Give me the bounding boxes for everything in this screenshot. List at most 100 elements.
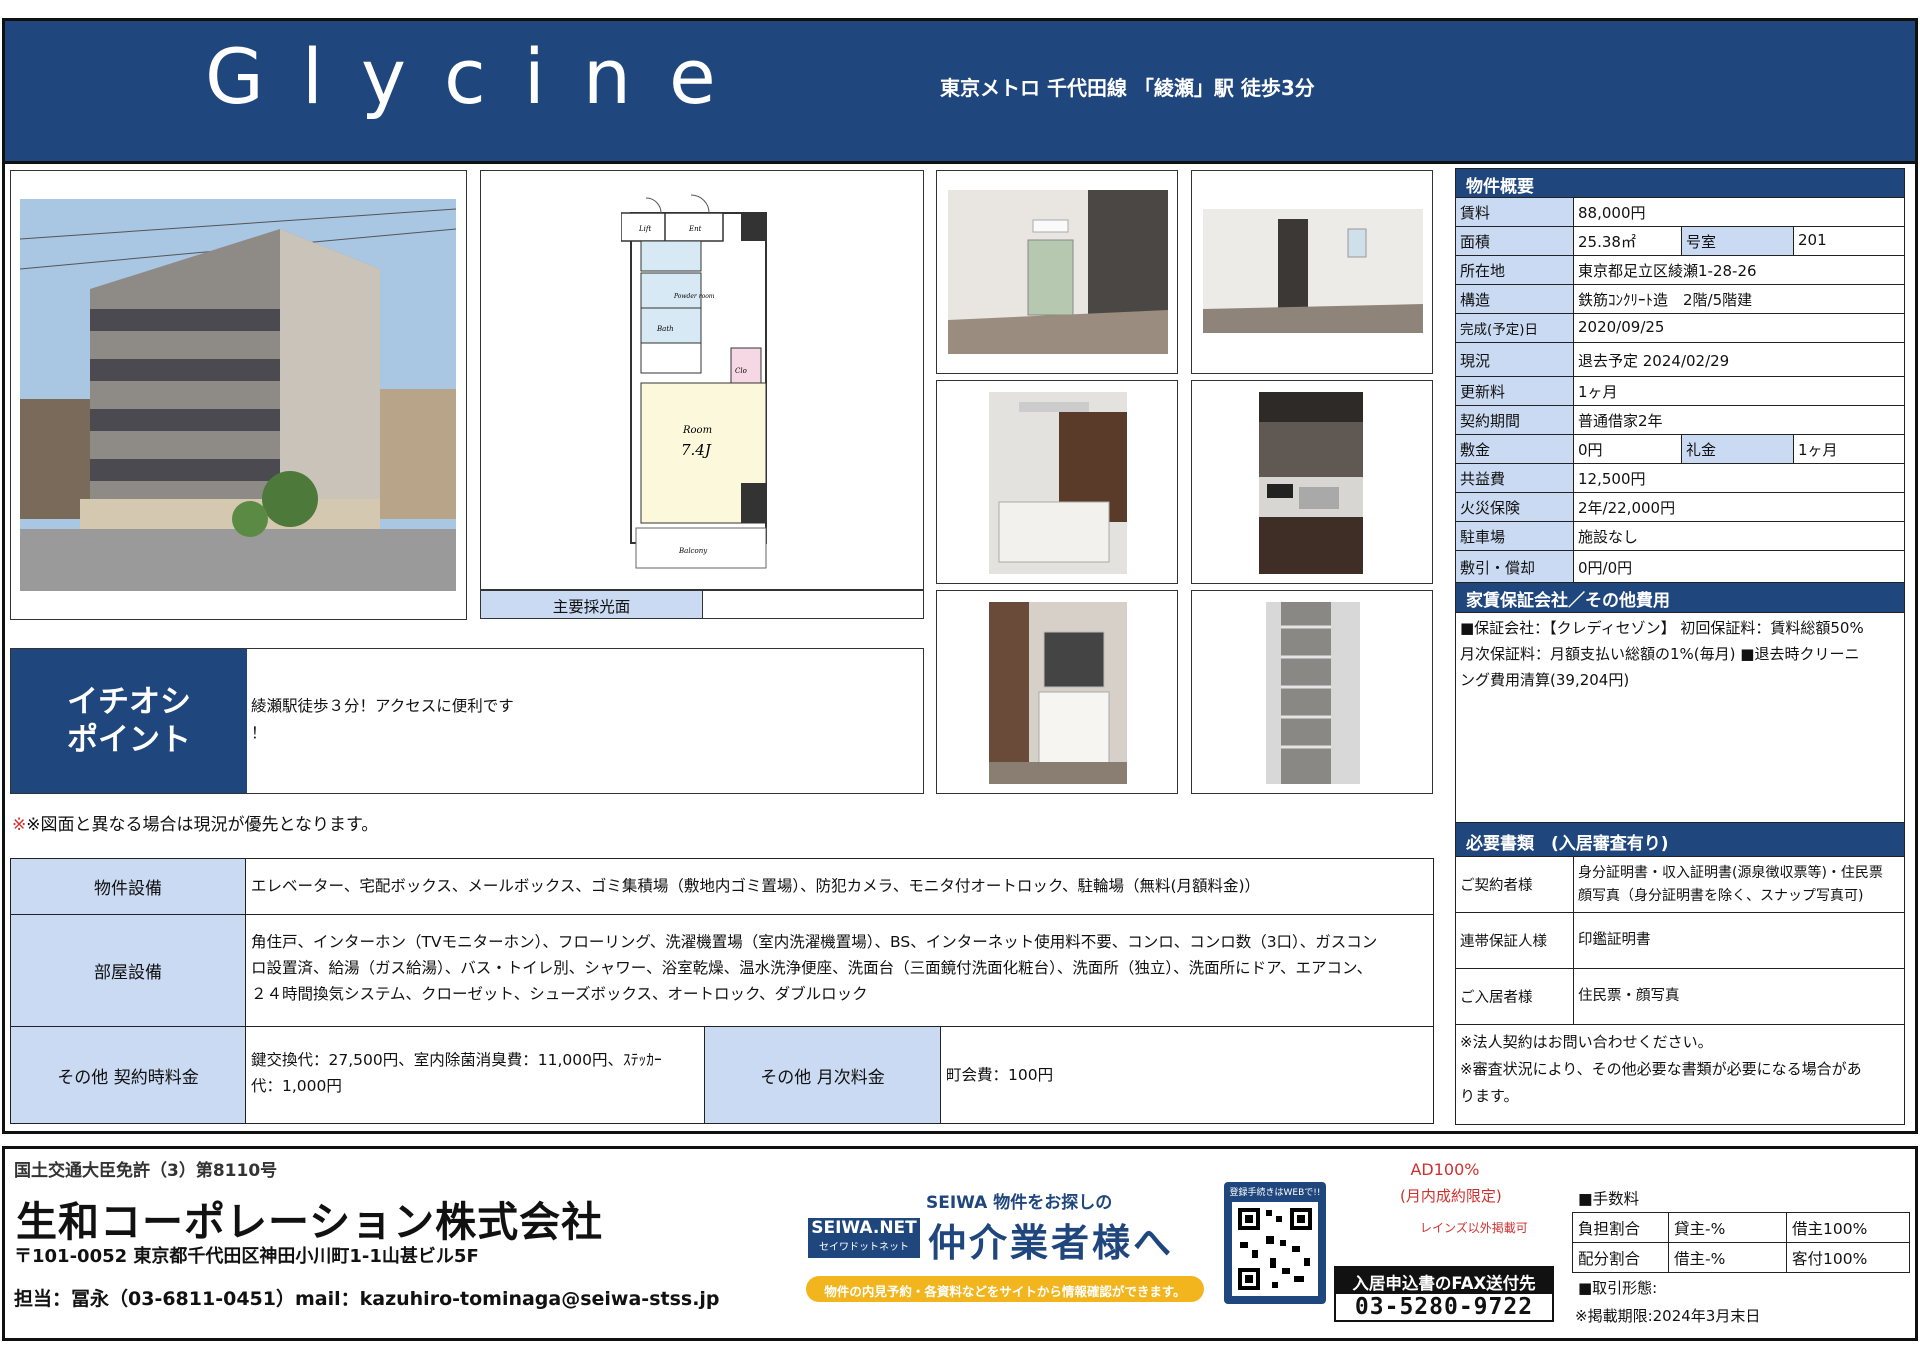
docs-guarantor-value: 印鑑証明書 <box>1578 932 1651 948</box>
room-equipment-line1: 角住戸、インターホン（TVモニターホン）、フローリング、洗濯機置場（室内洗濯機置… <box>251 933 1378 951</box>
summary-row-status: 現況 退去予定 2024/02/29 <box>1455 343 1905 377</box>
common-fee-value: 12,500円 <box>1578 470 1646 488</box>
recommend-point-text: 綾瀬駅徒歩３分！アクセスに便利です ！ <box>247 649 923 793</box>
living-room-photo <box>948 190 1168 354</box>
floorplan-balcony-label: Balcony <box>678 547 708 555</box>
floorplan-clo-label: Clo <box>735 367 747 375</box>
shoe-closet-photo <box>1266 602 1360 784</box>
guarantee-line3: ング費用清算(39,204円) <box>1460 671 1630 689</box>
equipment-row-room: 部屋設備 角住戸、インターホン（TVモニターホン）、フローリング、洗濯機置場（室… <box>10 915 1434 1027</box>
docs-heading: 必要書類 (入居審査有り) <box>1455 823 1905 857</box>
station-access: 東京メトロ 千代田線 「綾瀬」駅 徒歩3分 <box>940 76 1315 100</box>
parking-value: 施設なし <box>1578 528 1639 546</box>
seiwa-net-logo: SEIWA.NET セイワドットネット <box>808 1218 920 1258</box>
banner-sub-text: 物件の内見予約・各資料などをサイトから情報確認ができます。 <box>806 1276 1204 1302</box>
recommend-point-label-line1: イチオシ <box>67 684 191 720</box>
keymoney-value: 1ヶ月 <box>1798 441 1838 459</box>
summary-row-amortization: 敷引・償却 0円/0円 <box>1455 551 1905 583</box>
seiwa-net-logo-sub: セイワドットネット <box>819 1242 909 1253</box>
room-doorway-photo <box>1203 209 1423 333</box>
floorplan-lift-label: Lift <box>638 225 651 233</box>
recommend-point-text-line2: ！ <box>251 724 267 742</box>
fee-row-distribution: 配分割合 借主-% 客付100% <box>1573 1243 1909 1273</box>
building-equipment-key: 物件設備 <box>10 858 246 915</box>
docs-row-contract: ご契約者様 身分証明書・収入証明書(源泉徴収票等)・住民票 顔写真（身分証明書を… <box>1455 857 1905 913</box>
qr-code-label: 登録手続きはWEBで!! <box>1229 1188 1321 1198</box>
room-photo-frame-5 <box>936 590 1178 794</box>
docs-contract-value-line1: 身分証明書・収入証明書(源泉徴収票等)・住民票 <box>1578 864 1883 881</box>
docs-row-resident: ご入居者様 住民票・顔写真 <box>1455 969 1905 1025</box>
common-fee-key: 共益費 <box>1456 464 1574 492</box>
distribution-key: 配分割合 <box>1573 1243 1669 1272</box>
exterior-photo-frame <box>10 170 467 620</box>
room-number-value: 201 <box>1798 231 1827 249</box>
floorplan-room-size: 7.4J <box>681 441 712 459</box>
burden-lessee: 借主100% <box>1792 1220 1868 1238</box>
floorplan-room-label: Room <box>682 425 712 436</box>
room-number-key: 号室 <box>1682 227 1794 255</box>
floorplan-drawing: Lift Ent Powder room Bath Clo Room 7.4J … <box>621 194 767 569</box>
recommend-point-box: イチオシ ポイント 綾瀬駅徒歩３分！アクセスに便利です ！ <box>10 648 924 794</box>
area-value: 25.38㎡ <box>1574 227 1682 255</box>
guarantee-line2: 月次保証料：月額支払い総額の1%(毎月) ■退去時クリーニ <box>1460 645 1860 663</box>
qr-code-box[interactable]: 登録手続きはWEBで!! <box>1224 1182 1326 1304</box>
docs-note1: ※法人契約はお問い合わせください。 <box>1460 1033 1713 1051</box>
renewal-key: 更新料 <box>1456 377 1574 405</box>
qr-code-icon <box>1232 1202 1318 1296</box>
recommend-point-label: イチオシ ポイント <box>11 649 247 793</box>
rent-value: 88,000円 <box>1578 204 1646 222</box>
guarantee-box: ■保証会社：【クレディセゾン】 初回保証料：賃料総額50% 月次保証料：月額支払… <box>1455 613 1905 823</box>
equipment-row-fees: その他 契約時料金 鍵交換代：27,500円、室内除菌消臭費：11,000円、ｽ… <box>10 1027 1434 1124</box>
recommend-point-text-line1: 綾瀬駅徒歩３分！アクセスに便利です <box>251 697 514 715</box>
room-equipment-line3: ２４時間換気システム、クローゼット、シューズボックス、オートロック、ダブルロック <box>251 985 868 1003</box>
recommend-point-label-line2: ポイント <box>67 722 191 758</box>
summary-heading: 物件概要 <box>1455 168 1905 198</box>
fax-number: 03-5280-9722 <box>1354 1294 1534 1320</box>
summary-row-common: 共益費 12,500円 <box>1455 464 1905 493</box>
summary-row-deposit: 敷金 0円 礼金 1ヶ月 <box>1455 435 1905 464</box>
contract-fee-key: その他 契約時料金 <box>10 1027 246 1124</box>
room-photo-frame-4 <box>1191 380 1433 584</box>
room-photo-frame-1 <box>936 170 1178 374</box>
deposit-key: 敷金 <box>1456 435 1574 463</box>
area-key: 面積 <box>1456 227 1574 255</box>
floorplan-bath-label: Bath <box>656 325 674 333</box>
amortization-key: 敷引・償却 <box>1456 551 1574 582</box>
monthly-fee-key: その他 月次料金 <box>705 1027 941 1124</box>
burden-lessor: 貸主-% <box>1669 1213 1787 1242</box>
term-value: 普通借家2年 <box>1578 412 1663 430</box>
fee-heading: ■手数料 <box>1578 1190 1640 1208</box>
distribution-agent: 客付100% <box>1792 1250 1868 1268</box>
building-exterior-photo <box>20 199 456 591</box>
rent-key: 賃料 <box>1456 198 1574 226</box>
banner-top-text: SEIWA 物件をお探しの <box>926 1193 1113 1213</box>
equipment-row-building: 物件設備 エレベーター、宅配ボックス、メールボックス、ゴミ集積場（敷地内ゴミ置場… <box>10 858 1434 915</box>
company-address: 〒101-0052 東京都千代田区神田小川町1-1山甚ビル5F <box>14 1246 479 1267</box>
summary-row-address: 所在地 東京都足立区綾瀬1-28-26 <box>1455 256 1905 285</box>
building-equipment-value: エレベーター、宅配ボックス、メールボックス、ゴミ集積場（敷地内ゴミ置場）、防犯カ… <box>246 858 1434 915</box>
summary-row-term: 契約期間 普通借家2年 <box>1455 406 1905 435</box>
seiwa-net-logo-text: SEIWA.NET <box>811 1218 917 1238</box>
fax-box: 入居申込書のFAX送付先 03-5280-9722 <box>1334 1266 1554 1322</box>
ad-box: AD100% (月内成約限定) <box>1400 1160 1502 1206</box>
distribution-lessee: 借主-% <box>1669 1243 1787 1272</box>
docs-resident-key: ご入居者様 <box>1456 969 1574 1024</box>
built-value: 2020/09/25 <box>1578 318 1665 336</box>
equipment-table: 物件設備 エレベーター、宅配ボックス、メールボックス、ゴミ集積場（敷地内ゴミ置場… <box>10 858 1434 1124</box>
status-key: 現況 <box>1456 343 1574 376</box>
address-key: 所在地 <box>1456 256 1574 284</box>
contract-fee-line1: 鍵交換代：27,500円、室内除菌消臭費：11,000円、ｽﾃｯｶｰ <box>251 1051 662 1069</box>
reins-note: レインズ以外掲載可 <box>1420 1221 1528 1235</box>
contract-fee-value: 鍵交換代：27,500円、室内除菌消臭費：11,000円、ｽﾃｯｶｰ 代：1,0… <box>246 1027 705 1124</box>
amortization-value: 0円/0円 <box>1578 559 1633 577</box>
guarantee-line1: ■保証会社：【クレディセゾン】 初回保証料：賃料総額50% <box>1460 619 1864 637</box>
guarantee-text: ■保証会社：【クレディセゾン】 初回保証料：賃料総額50% 月次保証料：月額支払… <box>1456 613 1904 695</box>
ad-condition: (月内成約限定) <box>1400 1187 1502 1205</box>
seiwa-net-banner[interactable]: SEIWA 物件をお探しの SEIWA.NET セイワドットネット 仲介業者様へ… <box>806 1188 1204 1304</box>
room-equipment-line2: ロ設置済、給湯（ガス給湯）、バス・トイレ別、シャワー、浴室乾燥、温水洗浄便座、洗… <box>251 959 1373 977</box>
publish-limit: ※掲載期限:2024年3月末日 <box>1575 1307 1761 1325</box>
room-photo-frame-3 <box>936 380 1178 584</box>
burden-key: 負担割合 <box>1573 1213 1669 1242</box>
docs-contract-value-line2: 顔写真（身分証明書を除く、スナップ写真可) <box>1578 887 1864 904</box>
insurance-value: 2年/22,000円 <box>1578 499 1676 517</box>
